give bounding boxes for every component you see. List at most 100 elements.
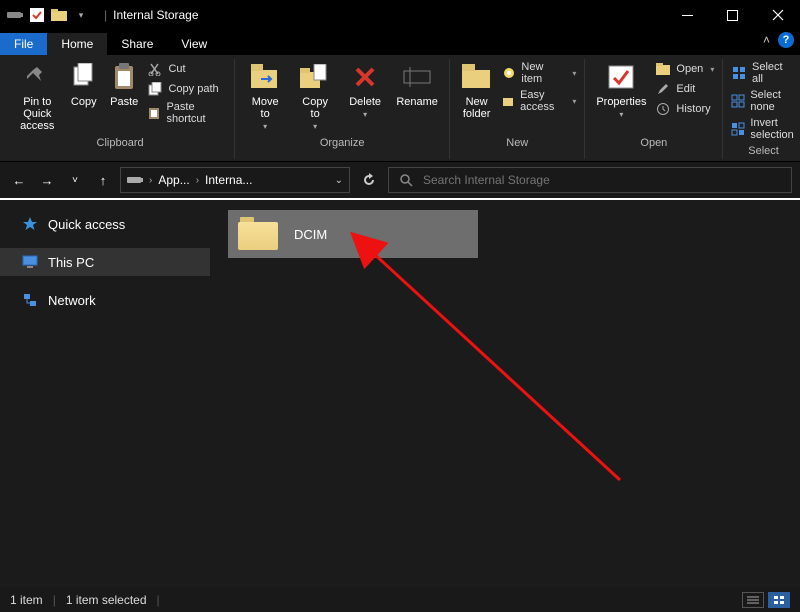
group-label-open: Open [640,133,667,151]
breadcrumb-1[interactable]: App... [158,173,189,187]
help-icon[interactable]: ? [778,32,794,48]
device-icon [6,6,24,24]
group-label-new: New [506,133,528,151]
star-icon [22,216,38,232]
select-none-button[interactable]: Select none [731,89,795,113]
ribbon-tabs: File Home Share View ˄ ? [0,30,800,55]
new-folder-button[interactable]: New folder [458,59,495,120]
details-view-button[interactable] [742,592,764,608]
search-icon [399,173,413,187]
pc-icon [22,254,38,270]
cut-button[interactable]: Cut [147,61,226,77]
group-label-organize: Organize [320,133,365,151]
invert-selection-icon [731,121,745,137]
paste-button[interactable]: Paste [107,59,141,108]
cut-icon [147,61,163,77]
open-icon [655,61,671,77]
minimize-button[interactable] [665,0,710,30]
collapse-ribbon-icon[interactable]: ˄ [763,33,770,47]
properties-icon [605,61,637,93]
delete-icon [349,61,381,93]
sidebar-item-quick-access[interactable]: Quick access [0,210,210,238]
group-label-clipboard: Clipboard [97,133,144,151]
forward-button[interactable]: → [36,169,58,191]
properties-button[interactable]: Properties ▾ [593,59,649,120]
tab-share[interactable]: Share [107,33,167,55]
tab-file[interactable]: File [0,33,47,55]
move-to-icon [249,61,281,93]
group-open: Properties ▾ Open▾ Edit History Open [585,59,723,159]
search-input[interactable] [423,173,781,187]
edit-icon [655,81,671,97]
device-crumb-icon [127,175,143,185]
group-organize: Move to ▾ Copy to ▾ Delete ▾ Rename Orga… [235,59,450,159]
chevron-right-icon[interactable]: › [196,175,199,186]
folder-label: DCIM [294,227,327,242]
group-clipboard: Pin to Quick access Copy Paste Cut [6,59,235,159]
open-button[interactable]: Open▾ [655,61,714,77]
rename-button[interactable]: Rename [393,59,441,108]
maximize-button[interactable] [710,0,755,30]
move-to-button[interactable]: Move to ▾ [243,59,287,132]
up-button[interactable]: ↑ [92,169,114,191]
pin-to-quick-access-button[interactable]: Pin to Quick access [14,59,61,132]
paste-shortcut-icon [147,105,161,121]
tab-home[interactable]: Home [47,33,107,55]
copy-to-button[interactable]: Copy to ▾ [293,59,337,132]
search-box[interactable] [388,167,792,193]
edit-button[interactable]: Edit [655,81,714,97]
close-button[interactable] [755,0,800,30]
back-button[interactable]: ← [8,169,30,191]
recent-locations-button[interactable]: ˅ [64,169,86,191]
select-none-icon [731,93,745,109]
group-label-select: Select [748,141,779,159]
copy-icon [68,61,100,93]
new-item-button[interactable]: New item▾ [501,61,576,85]
copy-button[interactable]: Copy [67,59,101,108]
qat-properties-icon[interactable] [28,6,46,24]
status-bar: 1 item | 1 item selected | [0,587,800,612]
address-bar[interactable]: › App... › Interna... ⌄ [120,167,350,193]
ribbon: Pin to Quick access Copy Paste Cut [0,55,800,162]
status-item-count: 1 item [10,593,43,607]
title-separator: | [104,8,107,22]
refresh-button[interactable] [356,167,382,193]
status-selected-count: 1 item selected [66,593,147,607]
select-all-icon [731,65,747,81]
group-select: Select all Select none Invert selection … [723,59,800,159]
select-all-button[interactable]: Select all [731,61,795,85]
delete-button[interactable]: Delete ▾ [343,59,387,120]
folder-icon [238,217,278,251]
copy-path-button[interactable]: Copy path [147,81,226,97]
content-area[interactable]: DCIM [210,200,800,587]
easy-access-icon [501,93,515,109]
network-icon [22,292,38,308]
pin-icon [21,61,53,93]
tab-view[interactable]: View [167,33,221,55]
paste-shortcut-button[interactable]: Paste shortcut [147,101,226,125]
navigation-pane: Quick access This PC Network [0,200,210,587]
sidebar-item-this-pc[interactable]: This PC [0,248,210,276]
sidebar-item-network[interactable]: Network [0,286,210,314]
new-item-icon [501,65,516,81]
title-bar: ▾ | Internal Storage [0,0,800,30]
group-new: New folder New item▾ Easy access▾ New [450,59,585,159]
breadcrumb-2[interactable]: Interna... [205,173,252,187]
copy-path-icon [147,81,163,97]
qat-folder-icon[interactable] [50,6,68,24]
qat-dropdown-icon[interactable]: ▾ [72,6,90,24]
folder-item-dcim[interactable]: DCIM [228,210,478,258]
window-title: Internal Storage [113,8,198,22]
history-icon [655,101,671,117]
navigation-bar: ← → ˅ ↑ › App... › Interna... ⌄ [0,162,800,198]
rename-icon [401,61,433,93]
easy-access-button[interactable]: Easy access▾ [501,89,576,113]
address-dropdown-icon[interactable]: ⌄ [335,175,343,186]
history-button[interactable]: History [655,101,714,117]
new-folder-icon [461,61,493,93]
large-icons-view-button[interactable] [768,592,790,608]
copy-to-icon [299,61,331,93]
invert-selection-button[interactable]: Invert selection [731,117,795,141]
chevron-right-icon[interactable]: › [149,175,152,186]
paste-icon [108,61,140,93]
